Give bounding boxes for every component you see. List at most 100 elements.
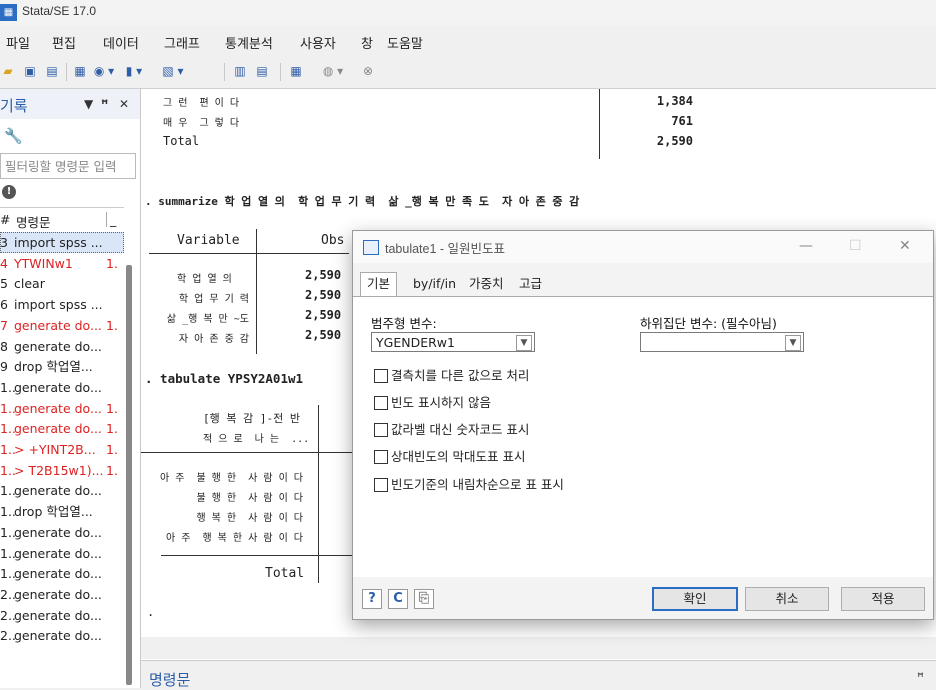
checkbox-box[interactable] [374,423,388,437]
open-icon[interactable]: ▰ [0,63,16,79]
history-row[interactable]: 1.. generate do... 1. [0,418,124,439]
history-row[interactable]: 7 generate do... 1. [0,315,124,336]
history-row-command: generate do... [14,421,102,437]
menu-statistics[interactable]: 통계분석 [225,33,273,52]
history-row[interactable]: 1.. > T2B15w1)... 1. [0,460,124,481]
do-file-editor-icon[interactable]: ▧ ▾ [158,63,188,79]
copy-icon[interactable]: ⎘ [414,589,434,609]
tab-main[interactable]: 기본 [360,272,398,297]
history-row[interactable]: 1.. > +YINT2B... 1. [0,439,124,460]
history-row[interactable]: 1.. generate do... [0,377,124,398]
top-row-value: 2,590 [656,134,693,148]
pin-icon[interactable]: ꟸ [101,97,108,111]
apply-button[interactable]: 적용 [841,587,925,611]
checkbox-numeric-codes[interactable]: 값라벨 대신 숫자코드 표시 [374,421,614,439]
history-row[interactable]: 1.. drop 학업열... [0,501,124,522]
menu-data[interactable]: 데이터 [103,33,139,52]
reset-icon[interactable]: C [388,589,408,609]
wrench-icon[interactable]: 🔧 [4,127,23,145]
history-row[interactable]: 1.. generate do... [0,563,124,584]
history-row[interactable]: 9 drop 학업열... [0,356,124,377]
data-browser-icon[interactable]: ▤ [254,63,270,79]
categorical-variable-label: 범주형 변수: [371,316,437,331]
history-row-rc: 1. [106,421,118,437]
minimize-icon[interactable]: — [799,238,813,254]
menu-user[interactable]: 사용자 [300,33,336,52]
viewer-icon[interactable]: ◉ ▾ [92,63,116,79]
log-icon[interactable]: ▦ [72,63,88,79]
data-editor-icon[interactable]: ▥ [232,63,248,79]
column-number[interactable]: # [0,212,10,227]
tabulate-header-line [141,452,353,453]
table-divider [599,89,600,159]
history-header: 기록 ▼ ꟸ ✕ [0,89,140,119]
history-row-number: 2.. [0,607,16,623]
help-icon[interactable]: ? [362,589,382,609]
menu-window[interactable]: 창 [361,33,373,52]
history-row-command: generate do... [14,317,102,333]
close-icon[interactable]: ✕ [899,238,911,254]
info-icon[interactable]: ! [2,185,16,199]
tab-by-if-in[interactable]: by/if/in [407,273,462,295]
history-row-number: 5 [0,276,8,292]
cancel-button[interactable]: 취소 [745,587,829,611]
column-command[interactable]: 명령문 [16,212,51,231]
checkbox-missing[interactable]: 결측치를 다른 값으로 처리 [374,367,614,385]
variables-manager-icon[interactable]: ▦ [288,63,304,79]
history-filter-input[interactable]: 필터링할 명령문 입력 [0,153,136,179]
more-icon[interactable]: ◍ ▾ [320,63,346,79]
subpopulation-variable-combo[interactable]: ▼ [640,332,804,352]
history-row[interactable]: 2.. generate do... [0,625,124,646]
filter-icon[interactable]: ▼ [84,97,93,111]
column-rc[interactable]: _ [106,212,116,227]
checkbox-no-frequencies[interactable]: 빈도 표시하지 않음 [374,394,614,412]
history-row[interactable]: 1.. generate do... [0,522,124,543]
categorical-variable-combo[interactable]: YGENDERw1 ▼ [371,332,535,352]
ok-button[interactable]: 확인 [652,587,738,611]
toolbar-separator [224,63,225,81]
window-title: Stata/SE 17.0 [22,4,97,18]
pin-icon[interactable]: ꟸ [917,670,924,684]
history-row[interactable]: 8 generate do... [0,336,124,357]
graph-icon[interactable]: ▮ ▾ [120,63,148,79]
history-row-command: generate do... [14,566,102,582]
history-row[interactable]: 1.. generate do... 1. [0,398,124,419]
checkbox-box[interactable] [374,396,388,410]
maximize-icon[interactable]: ☐ [849,238,862,254]
history-row-command: YTWINw1 [14,255,73,271]
history-row[interactable]: 5 clear [0,273,124,294]
print-icon[interactable]: ▤ [44,63,60,79]
history-row[interactable]: 1.. generate do... [0,543,124,564]
break-icon[interactable]: ⊗ [360,63,376,79]
close-icon[interactable]: ✕ [119,97,129,111]
save-icon[interactable]: ▣ [22,63,38,79]
menu-file[interactable]: 파일 [6,33,30,52]
history-row[interactable]: 4 YTWINw1 1. [0,253,124,274]
history-row[interactable]: 1.. generate do... [0,480,124,501]
title-bar: ▦ Stata/SE 17.0 [0,0,936,26]
tab-weights[interactable]: 가중치 [463,273,510,295]
tabulate-header: 적 으 로 나 는 ... [203,434,310,445]
checkbox-bar-chart[interactable]: 상대빈도의 막대도표 표시 [374,448,614,466]
checkbox-box[interactable] [374,369,388,383]
menu-edit[interactable]: 편집 [52,33,76,52]
checkbox-sort-descending[interactable]: 빈도기준의 내림차순으로 표 표시 [374,476,634,494]
tab-advanced[interactable]: 고급 [513,273,548,295]
history-row-number: 6 [0,297,8,313]
history-row[interactable]: 3 import spss ... [0,232,124,253]
menu-help[interactable]: 도움말 [387,33,423,52]
menu-graphics[interactable]: 그래프 [164,33,200,52]
history-row-number: 1.. [0,524,16,540]
history-row-command: generate do... [14,524,102,540]
checkbox-box[interactable] [374,450,388,464]
top-row-value: 761 [671,114,693,128]
history-scrollbar[interactable] [126,265,132,685]
history-row[interactable]: 2.. generate do... [0,605,124,626]
command-panel-title: 명령문 [149,671,191,689]
checkbox-box[interactable] [374,478,388,492]
chevron-down-icon[interactable]: ▼ [516,335,532,351]
history-row[interactable]: 2.. generate do... [0,584,124,605]
chevron-down-icon[interactable]: ▼ [785,335,801,351]
tabulate-row-label: 아 주 행 복 한 사 람 이 다 [166,533,303,544]
history-row[interactable]: 6 import spss ... [0,294,124,315]
